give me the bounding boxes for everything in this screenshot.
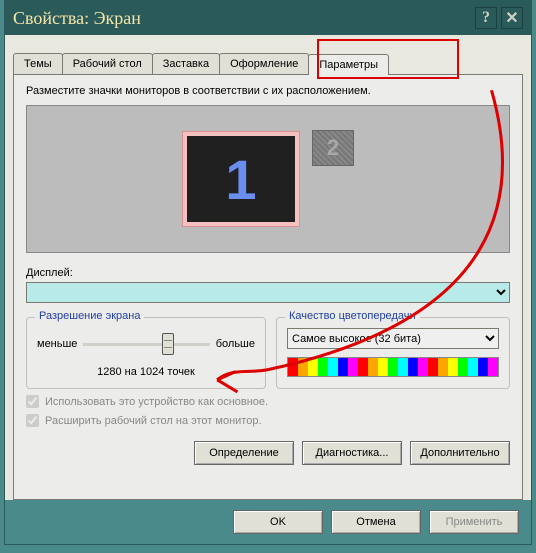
- window-title: Свойства: Экран: [13, 8, 471, 29]
- display-properties-window: Свойства: Экран ? ✕ Темы Рабочий стол За…: [4, 0, 532, 545]
- extend-desktop-label: Расширить рабочий стол на этот монитор.: [45, 415, 262, 427]
- color-group: Качество цветопередачи Самое высокое (32…: [276, 317, 510, 389]
- slider-thumb[interactable]: [162, 333, 174, 355]
- resolution-group: Разрешение экрана меньше больше 1280 на …: [26, 317, 266, 389]
- extend-desktop-row: Расширить рабочий стол на этот монитор.: [26, 414, 510, 427]
- help-button[interactable]: ?: [475, 7, 497, 29]
- res-more-label: больше: [216, 338, 255, 350]
- tab-body: Разместите значки мониторов в соответств…: [13, 74, 523, 500]
- primary-device-row: Использовать это устройство как основное…: [26, 395, 510, 408]
- tab-screensaver[interactable]: Заставка: [152, 53, 220, 74]
- tab-desktop[interactable]: Рабочий стол: [62, 53, 153, 74]
- instruction-text: Разместите значки мониторов в соответств…: [26, 85, 510, 97]
- display-label: Дисплей:: [26, 267, 510, 279]
- primary-device-label: Использовать это устройство как основное…: [45, 396, 268, 408]
- tab-settings[interactable]: Параметры: [308, 54, 389, 75]
- monitor-preview[interactable]: 1 2: [26, 105, 510, 253]
- settings-groups: Разрешение экрана меньше больше 1280 на …: [26, 317, 510, 389]
- color-depth-dropdown[interactable]: Самое высокое (32 бита): [287, 328, 499, 349]
- close-button[interactable]: ✕: [501, 7, 523, 29]
- primary-device-checkbox: [26, 395, 39, 408]
- monitor-1-selected[interactable]: 1: [182, 131, 300, 227]
- monitor-1-icon: 1: [187, 136, 295, 222]
- monitor-2-icon[interactable]: 2: [312, 130, 354, 166]
- dialog-footer: OK Отмена Применить: [5, 500, 531, 544]
- display-dropdown-row: Дисплей:: [26, 267, 510, 303]
- diagnostics-button[interactable]: Диагностика...: [302, 441, 402, 465]
- color-preview-bar: [287, 357, 499, 377]
- advanced-button[interactable]: Дополнительно: [410, 441, 510, 465]
- cancel-button[interactable]: Отмена: [331, 510, 421, 534]
- res-less-label: меньше: [37, 338, 77, 350]
- action-button-row: Определение Диагностика... Дополнительно: [26, 441, 510, 465]
- resolution-group-title: Разрешение экрана: [35, 310, 144, 322]
- resolution-slider[interactable]: [83, 332, 209, 356]
- color-group-title: Качество цветопередачи: [285, 310, 420, 322]
- resolution-value: 1280 на 1024 точек: [37, 366, 255, 378]
- tab-appearance[interactable]: Оформление: [219, 53, 309, 74]
- identify-button[interactable]: Определение: [194, 441, 294, 465]
- extend-desktop-checkbox: [26, 414, 39, 427]
- titlebar[interactable]: Свойства: Экран ? ✕: [5, 1, 531, 35]
- ok-button[interactable]: OK: [233, 510, 323, 534]
- tab-bar: Темы Рабочий стол Заставка Оформление Па…: [5, 35, 531, 74]
- tab-themes[interactable]: Темы: [13, 53, 63, 74]
- apply-button[interactable]: Применить: [429, 510, 519, 534]
- display-dropdown[interactable]: [26, 282, 510, 303]
